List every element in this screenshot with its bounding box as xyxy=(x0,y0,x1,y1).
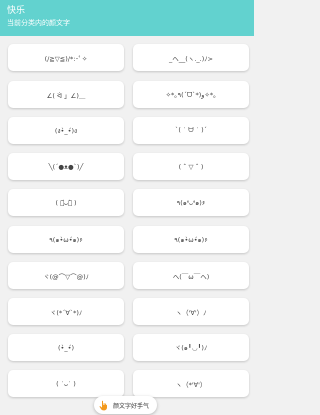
lucky-button-label: 颜文字好手气 xyxy=(113,402,150,410)
kaomoji-item[interactable]: ヽ（*'∀'） xyxy=(133,370,249,397)
kaomoji-item[interactable]: ヘ(￣ω￣ヘ) xyxy=(133,262,249,289)
kaomoji-item[interactable]: _ヘ__(ヽ._.)ﾉ> xyxy=(133,44,249,71)
hand-icon xyxy=(98,400,109,411)
page-subtitle: 当前分类内的颜文字 xyxy=(7,19,70,27)
kaomoji-item[interactable]: (ง•̀_•́)ง xyxy=(8,117,124,144)
kaomoji-item[interactable]: ヾ(*´∀`*)ﾉ xyxy=(8,298,124,325)
kaomoji-item[interactable]: ヽ（'∀'）ﾉ xyxy=(133,298,249,325)
kaomoji-item[interactable]: (/≧▽≦)/*:･ﾟ✧ xyxy=(8,44,124,71)
app-header: 快乐 当前分类内的颜文字 xyxy=(0,0,254,36)
kaomoji-item[interactable]: ヾ(๑╹◡╹)ﾉ xyxy=(133,334,249,361)
kaomoji-item[interactable]: (•̀_•́) xyxy=(8,334,124,361)
kaomoji-item[interactable]: ∠( ᐛ 」∠)＿ xyxy=(8,81,124,108)
kaomoji-item[interactable]: ˋ( ˙ ᗨ ˙ )ˊ xyxy=(133,117,249,144)
kaomoji-item[interactable]: ( ˙ᴗ˙ ) xyxy=(8,370,124,397)
kaomoji-item[interactable]: ٩(๑❛ᴗ❛๑)۶ xyxy=(133,189,249,216)
kaomoji-item[interactable]: ╲(´●ᴥ●`)╱ xyxy=(8,153,124,180)
kaomoji-item[interactable]: ヾ(@⌒▽⌒@)ﾉ xyxy=(8,262,124,289)
kaomoji-item[interactable]: ✧*｡٩(ˊᗜˋ*)و✧*｡ xyxy=(133,81,249,108)
page-title: 快乐 xyxy=(7,6,26,16)
kaomoji-item[interactable]: ( ˆ ▽ ˆ ) xyxy=(133,153,249,180)
kaomoji-grid: (/≧▽≦)/*:･ﾟ✧ _ヘ__(ヽ._.)ﾉ> ∠( ᐛ 」∠)＿ ✧*｡٩… xyxy=(0,36,254,415)
kaomoji-item[interactable]: ٩(๑•̀ω•́๑)۶ xyxy=(8,226,124,253)
kaomoji-item[interactable]: ( ･᷄ᴗ･᷅ ) xyxy=(8,189,124,216)
lucky-kaomoji-button[interactable]: 颜文字好手气 xyxy=(94,396,158,414)
kaomoji-item[interactable]: ٩(๑•̀ω•́๑)۶ xyxy=(133,226,249,253)
